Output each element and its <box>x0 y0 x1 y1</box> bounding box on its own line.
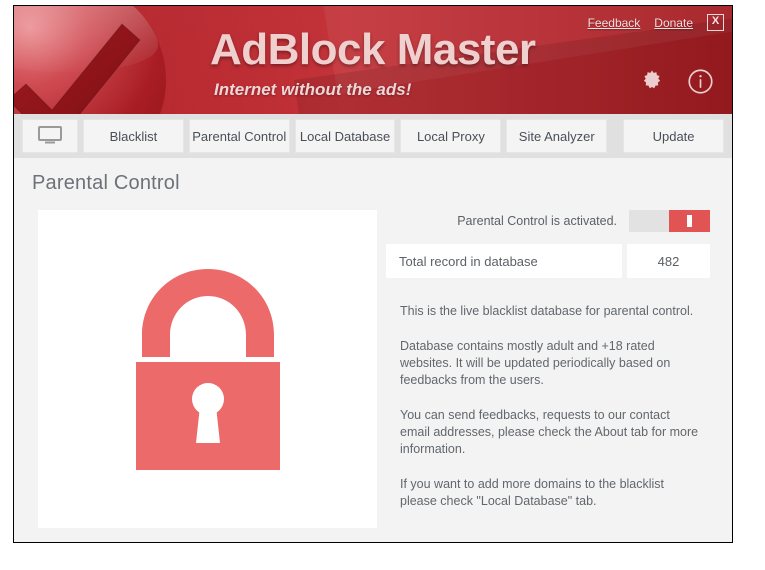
illustration-panel <box>38 210 377 528</box>
header-icon-group <box>639 68 714 100</box>
app-header: AdBlock Master Internet without the ads!… <box>14 6 732 114</box>
tab-local-database[interactable]: Local Database <box>294 119 396 153</box>
feedback-link[interactable]: Feedback <box>588 16 641 30</box>
tab-local-proxy[interactable]: Local Proxy <box>400 119 502 153</box>
app-tagline: Internet without the ads! <box>214 80 412 99</box>
padlock-icon <box>135 269 280 470</box>
description-paragraph: If you want to add more domains to the b… <box>400 477 665 508</box>
donate-link[interactable]: Donate <box>654 16 693 30</box>
header-links: Feedback Donate X <box>588 14 724 31</box>
app-title: AdBlock Master <box>210 25 536 74</box>
parental-control-toggle[interactable] <box>629 210 710 232</box>
page-title: Parental Control <box>32 172 180 194</box>
toggle-status-label: Parental Control is activated. <box>457 214 617 228</box>
right-column: Parental Control is activated. Total rec… <box>386 210 710 510</box>
description-block: This is the live blacklist database for … <box>386 303 710 510</box>
tab-parental-control[interactable]: Parental Control <box>188 119 290 153</box>
tab-update[interactable]: Update <box>623 119 724 153</box>
close-icon[interactable]: X <box>707 14 724 31</box>
tab-blacklist[interactable]: Blacklist <box>83 119 184 153</box>
toggle-track-off <box>629 210 669 232</box>
info-icon[interactable] <box>687 68 714 100</box>
title-block: AdBlock Master Internet without the ads! <box>210 28 536 100</box>
page-content: Parental Control Parental Control is act… <box>14 158 732 542</box>
gear-icon[interactable] <box>639 69 665 100</box>
record-label: Total record in database <box>386 244 622 278</box>
description-paragraph: This is the live blacklist database for … <box>400 304 694 318</box>
logo-badge <box>14 6 166 114</box>
toggle-knob-bar <box>687 215 692 227</box>
record-row: Total record in database 482 <box>386 244 710 278</box>
description-paragraph: Database contains mostly adult and +18 r… <box>400 339 671 387</box>
description-paragraph: You can send feedbacks, requests to our … <box>400 408 699 456</box>
toggle-knob-on <box>669 210 710 232</box>
monitor-icon <box>37 125 63 148</box>
record-value: 482 <box>627 244 710 278</box>
tab-home[interactable] <box>22 119 78 153</box>
tab-bar: Blacklist Parental Control Local Databas… <box>14 114 732 158</box>
app-window: AdBlock Master Internet without the ads!… <box>13 5 733 543</box>
tab-site-analyzer[interactable]: Site Analyzer <box>506 119 608 153</box>
toggle-row: Parental Control is activated. <box>386 210 710 232</box>
logo-gloss <box>14 6 158 72</box>
